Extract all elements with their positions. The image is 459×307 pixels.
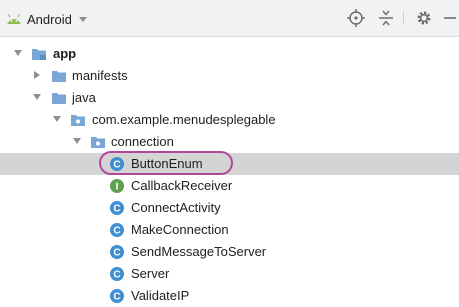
tree-row-class-connectactivity[interactable]: C ConnectActivity [0,197,459,219]
tree-row-manifests[interactable]: manifests [0,65,459,87]
expand-arrow-icon[interactable] [52,114,62,124]
tree-label-app: app [53,46,77,61]
tree-row-class-makeconnection[interactable]: C MakeConnection [0,219,459,241]
folder-icon [52,93,66,104]
tree-label-connection: connection [111,134,174,149]
tree-row-connection[interactable]: connection [0,131,459,153]
dropdown-caret-icon [78,16,87,22]
gear-icon[interactable] [414,8,434,28]
collapse-all-icon[interactable] [376,8,396,28]
svg-text:C: C [113,292,120,303]
tree-label-interface: CallbackReceiver [131,178,233,193]
class-icon: C [110,201,124,215]
package-icon [91,137,105,148]
class-icon: C [110,267,124,281]
svg-text:C: C [113,270,120,281]
tree-row-class-sendmessagetoserver[interactable]: C SendMessageToServer [0,241,459,263]
tree-label-manifests: manifests [72,68,128,83]
tree-label-class: ButtonEnum [131,156,203,171]
class-icon: C [110,157,124,171]
class-icon: C [110,245,124,259]
tree-row-app[interactable]: app [0,43,459,65]
tree-row-class-validateip[interactable]: C ValidateIP [0,285,459,307]
toolbar-divider [403,11,404,25]
collapsed-arrow-icon[interactable] [32,70,42,80]
svg-text:C: C [113,226,120,237]
tree-label-java: java [72,90,96,105]
tree-label-class: MakeConnection [131,222,229,237]
project-view-selector[interactable]: Android [6,9,87,29]
minimize-icon[interactable] [440,8,459,28]
svg-text:C: C [113,160,120,171]
tree-row-java[interactable]: java [0,87,459,109]
tree-row-class-server[interactable]: C Server [0,263,459,285]
svg-text:C: C [113,204,120,215]
tree-row-class-buttonenum[interactable]: C ButtonEnum [0,151,459,175]
expand-arrow-icon[interactable] [72,136,82,146]
package-icon [71,115,85,126]
view-selector-label: Android [27,11,72,27]
tree-label-package: com.example.menudesplegable [92,112,276,127]
expand-arrow-icon[interactable] [13,48,23,58]
module-folder-icon [32,49,46,60]
tree-label-class: ValidateIP [131,288,190,303]
tree-label-class: SendMessageToServer [131,244,267,259]
crosshair-icon[interactable] [346,8,366,28]
svg-text:I: I [116,182,119,193]
android-icon [7,14,21,24]
svg-text:C: C [113,248,120,259]
interface-icon: I [110,179,124,193]
tree-label-class: Server [131,266,170,281]
class-icon: C [110,289,124,303]
tree-label-class: ConnectActivity [131,200,221,215]
tree-row-interface-callbackreceiver[interactable]: I CallbackReceiver [0,175,459,197]
project-toolbar: Android [0,0,459,37]
expand-arrow-icon[interactable] [32,92,42,102]
class-icon: C [110,223,124,237]
tree-row-package[interactable]: com.example.menudesplegable [0,109,459,131]
folder-icon [52,71,66,82]
